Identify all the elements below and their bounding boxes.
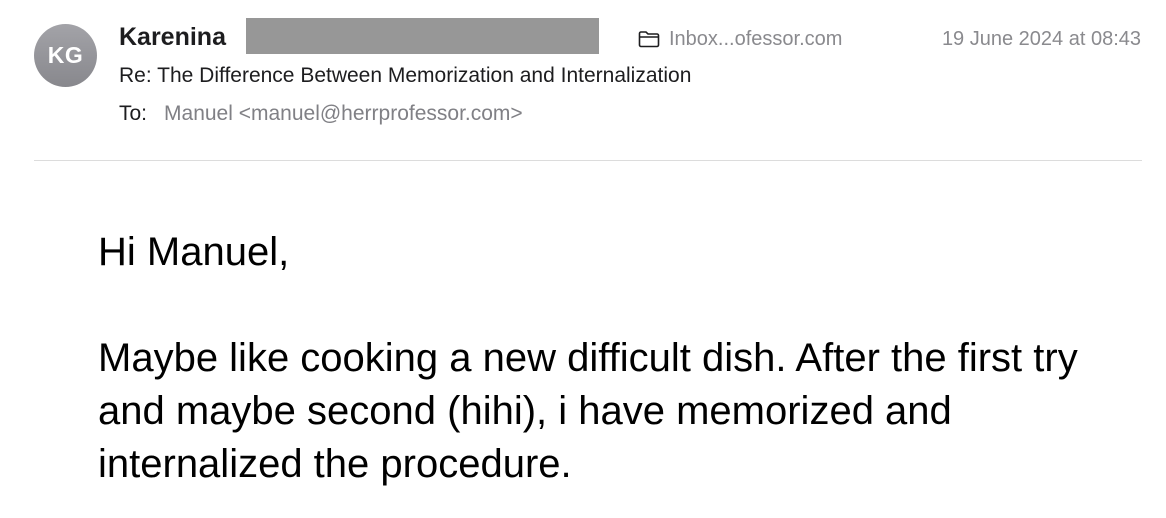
sender-name[interactable]: Karenina [119,20,226,54]
mailbox-label: Inbox...ofessor.com [669,27,843,50]
mailbox-link[interactable]: Inbox...ofessor.com [638,24,842,54]
folder-icon [638,30,660,48]
header-divider [34,160,1142,161]
recipient-line: To: Manuel <manuel@herrprofessor.com> [119,100,523,128]
email-message-view: KG Karenina Inbox...ofessor.com 19 June … [0,0,1166,518]
recipient-address[interactable]: Manuel <manuel@herrprofessor.com> [164,100,523,128]
body-greeting: Hi Manuel, [98,230,290,274]
redacted-sender-address [246,18,599,54]
to-label: To: [119,102,148,125]
email-subject: Re: The Difference Between Memorization … [119,64,692,87]
body-paragraph: Maybe like cooking a new difficult dish.… [98,336,1078,486]
email-body: Hi Manuel, Maybe like cooking a new diff… [98,226,1138,491]
avatar[interactable]: KG [34,24,97,87]
date-received: 19 June 2024 at 08:43 [941,28,1141,50]
